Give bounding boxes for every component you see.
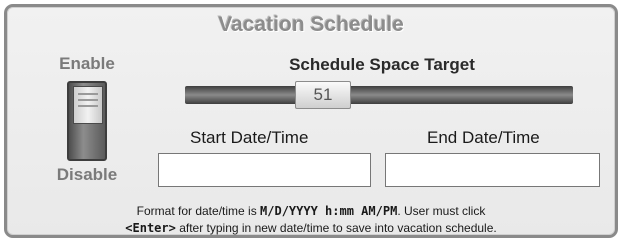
end-date-time-label: End Date/Time <box>427 128 540 147</box>
info-text-1: Format for date/time is <box>136 204 261 218</box>
date-format-text: M/D/YYYY h:mm AM/PM <box>260 204 398 218</box>
enable-disable-toggle[interactable] <box>67 81 107 161</box>
start-date-time-input[interactable] <box>158 153 371 187</box>
schedule-space-slider-thumb[interactable]: 51 <box>295 81 351 109</box>
toggle-knob[interactable] <box>73 86 103 124</box>
enter-key-text: <Enter> <box>125 221 176 235</box>
schedule-space-slider-track[interactable] <box>185 86 573 104</box>
schedule-space-target-label: Schedule Space Target <box>289 55 475 74</box>
knob-ridge <box>78 99 98 101</box>
enable-label: Enable <box>59 54 115 73</box>
start-date-time-label: Start Date/Time <box>190 128 309 147</box>
panel-title: Vacation Schedule <box>218 13 404 36</box>
knob-ridge <box>78 105 98 107</box>
info-text-3: after typing in new date/time to save in… <box>175 221 497 235</box>
end-date-time-input[interactable] <box>385 153 600 187</box>
knob-ridge <box>78 93 98 95</box>
format-instructions: Format for date/time is M/D/YYYY h:mm AM… <box>27 203 595 237</box>
vacation-schedule-panel: Vacation Schedule Enable Disable Schedul… <box>4 4 618 238</box>
disable-label: Disable <box>56 165 118 184</box>
info-text-2: . User must click <box>397 204 486 218</box>
